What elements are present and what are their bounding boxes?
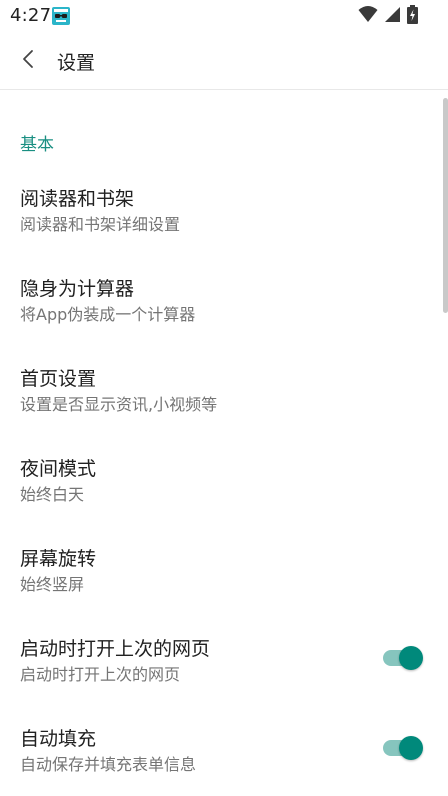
pref-item-restore-last-page[interactable]: 启动时打开上次的网页 启动时打开上次的网页 bbox=[0, 634, 440, 724]
scrollbar[interactable] bbox=[443, 98, 448, 313]
pref-item-screen-rotation[interactable]: 屏幕旋转 始终竖屏 bbox=[0, 544, 440, 634]
status-icons bbox=[358, 4, 418, 28]
pref-title: 阅读器和书架 bbox=[20, 188, 135, 210]
section-header-basic: 基本 bbox=[20, 135, 54, 155]
pref-item-autofill[interactable]: 自动填充 自动保存并填充表单信息 bbox=[0, 724, 440, 796]
cell-signal-icon bbox=[384, 5, 401, 27]
pref-summary: 自动保存并填充表单信息 bbox=[20, 755, 197, 774]
pref-title: 启动时打开上次的网页 bbox=[20, 638, 211, 660]
pref-summary: 设置是否显示资讯,小视频等 bbox=[20, 395, 218, 414]
back-button[interactable] bbox=[12, 46, 44, 76]
pref-summary: 始终白天 bbox=[20, 485, 85, 504]
pref-title: 隐身为计算器 bbox=[20, 278, 135, 300]
status-time: 4:27 bbox=[10, 5, 52, 26]
pref-summary: 将App伪装成一个计算器 bbox=[20, 305, 196, 324]
pref-title: 首页设置 bbox=[20, 368, 97, 390]
pref-title: 夜间模式 bbox=[20, 458, 97, 480]
status-bar: 4:27 bbox=[0, 0, 448, 32]
page-title: 设置 bbox=[57, 52, 96, 74]
pref-item-reader-bookshelf[interactable]: 阅读器和书架 阅读器和书架详细设置 bbox=[0, 184, 440, 274]
battery-charging-icon bbox=[407, 4, 418, 28]
pref-summary: 始终竖屏 bbox=[20, 575, 85, 594]
chevron-left-icon bbox=[21, 49, 35, 73]
notification-app-icon bbox=[51, 6, 71, 26]
toolbar: 设置 bbox=[0, 32, 448, 90]
switch-thumb bbox=[399, 646, 423, 670]
pref-summary: 阅读器和书架详细设置 bbox=[20, 215, 181, 234]
settings-screen: 4:27 设置 基本 阅读器和书架 阅读器和书架详细设置 隐身为计算器 将App… bbox=[0, 0, 448, 796]
pref-summary: 启动时打开上次的网页 bbox=[20, 665, 181, 684]
wifi-icon bbox=[358, 5, 378, 27]
restore-last-page-switch[interactable] bbox=[382, 641, 426, 671]
pref-item-calculator-disguise[interactable]: 隐身为计算器 将App伪装成一个计算器 bbox=[0, 274, 440, 364]
pref-title: 自动填充 bbox=[20, 728, 97, 750]
autofill-switch[interactable] bbox=[382, 731, 426, 761]
pref-item-night-mode[interactable]: 夜间模式 始终白天 bbox=[0, 454, 440, 544]
pref-title: 屏幕旋转 bbox=[20, 548, 97, 570]
switch-thumb bbox=[399, 736, 423, 760]
pref-item-homepage-settings[interactable]: 首页设置 设置是否显示资讯,小视频等 bbox=[0, 364, 440, 454]
